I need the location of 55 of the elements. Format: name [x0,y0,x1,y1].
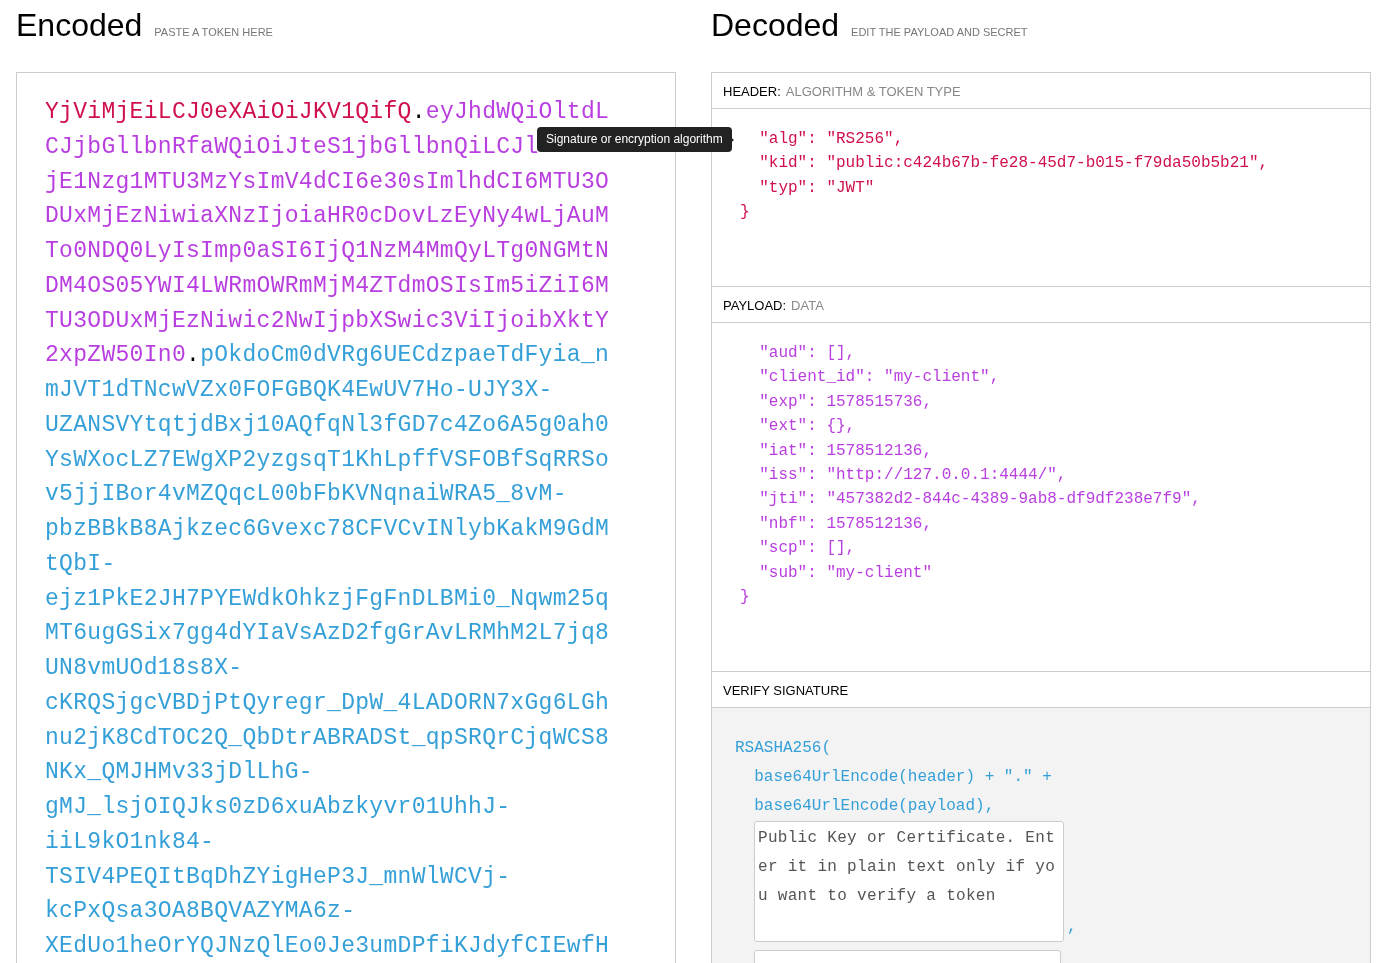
token-line: v5jjIBor4vMZQqcL00bFbKVNqnaiWRA5_8vM- [45,480,567,510]
token-line: ejz1PkE2JH7PYEWdkOhkzjFgFnDLBMi0_Nqwm25q [45,584,610,614]
json-line: "sub": "my-client" [758,562,933,584]
token-line: tQbI- [45,549,116,579]
token-line: TSIV4PEQItBqDhZYigHeP3J_mnWlWCVj- [45,862,511,892]
json-line: "exp": 1578515736, [758,391,933,413]
token-line: CJjbGllbnRfaWQiOiJteS1jbGllbnQiLCJl [45,132,539,162]
token-line: DUxMjEzNiwiaXNzIjoiaHR0cDovLzEyNy4wLjAuM [45,202,610,232]
token-line: iiL9kO1nk84- [45,827,215,857]
token-line: mJVT1dTNcwVZx0FOFGBQK4EwUV7Ho-UJY3X- [45,376,553,405]
code-line: base64UrlEncode(header) + "." + [753,767,1052,788]
token-line: UZANSVYtqtjdBxj10AQfqNl3fGD7c4Zo6A5g0ah0 [45,410,610,440]
token-line: kcPxQsa3OA8BQVAZYMA6z- [45,897,356,927]
json-line: } [740,587,750,609]
json-line: "alg": "RS256", [758,129,904,150]
token-line: cKRQSjgcVBDjPtQyregr_DpW_4LADORN7xGg6LGh [45,688,610,718]
token-line: TU3ODUxMjEzNiwic2NwIjpbXSwic3ViIjoibXktY [45,306,610,336]
tooltip: Signature or encryption algorithm [537,127,732,152]
panel-subtitle: EDIT THE PAYLOAD AND SECRET [851,25,1028,40]
json-line: "iat": 1578512136, [758,440,933,462]
token-line: 2xpZW50In0.pOkdoCm0dVRg6UECdzpaeTdFyia_n [45,341,610,371]
section-label: HEADER: [723,83,781,99]
json-line: "client_id": "my-client", [758,367,1000,389]
token-line: NKx_QMJHMv33jDlLhG- [45,758,313,788]
json-line: "kid": "public:c424b67b-fe28-45d7-b015-f79da50b5b21", [758,153,1269,175]
json-line: } [740,202,750,224]
token-line: gMJ_lsjOIQJks0zD6xuAbzkyvr01UhhJ- [45,793,511,822]
json-line: "ext": {}, [758,416,856,438]
section-sublabel: ALGORITHM & TOKEN TYPE [785,83,961,99]
section-label: PAYLOAD: [723,297,787,313]
code-line: base64UrlEncode(payload), [753,796,995,817]
token-line: UN8vmUOd18s8X- [45,654,243,683]
token-line: DM4OS05YWI4LWRmOWRmMjM4ZTdmOSIsIm5iZiI6M [45,271,610,301]
panel-subtitle: PASTE A TOKEN HERE [154,25,273,40]
panel-title: Encoded [16,8,143,44]
token-line: To0NDQ0LyIsImp0aSI6IjQ1NzM4MmQyLTg0NGMtN [45,237,610,266]
code-line: RSASHA256( [735,738,831,759]
section-label: VERIFY SIGNATURE [723,682,849,698]
json-line: "nbf": 1578512136, [758,513,933,535]
token-line: jE1Nzg1MTU3MzYsImV4dCI6e30sImlhdCI6MTU3O [45,167,610,197]
json-line: "typ": "JWT" [758,177,875,199]
separator-text: , [1067,917,1077,938]
json-line: "scp": [], [758,538,856,560]
token-line: pbzBBkB8Ajkzec6Gvexc78CFVCvINlybKakM9GdM [45,515,610,544]
panel-title: Decoded [711,8,840,44]
json-line: "aud": [], [758,343,856,364]
token-line: nu2jK8CdTOC2Q_QbDtrABRADSt_qpSRQrCjqWCS8 [45,723,610,753]
token-line: XEdUo1heOrYQJNzQlEo0Je3umDPfiKJdyfCIEwfH [45,932,610,961]
token-line: MT6ugGSix7gg4dYIaVsAzD2fgGrAvLRMhM2L7jq8 [45,619,610,649]
section-sublabel: DATA [791,297,824,313]
json-line: "iss": "http://127.0.0.1:4444/", [758,465,1067,487]
input-field[interactable]: Public Key or Certificate. Enter it in plain text only if you want to verify a token [754,821,1064,942]
token-line: YjViMjEiLCJ0eXAiOiJKV1QifQ.eyJhdWQiOltdL [45,98,610,127]
json-line: "jti": "457382d2-844c-4389-9ab8-df9df238e7f9", [758,489,1201,511]
token-line: YsWXocLZ7EWgXP2yzgsqT1KhLpffVSFOBfSqRRSo [45,445,610,475]
